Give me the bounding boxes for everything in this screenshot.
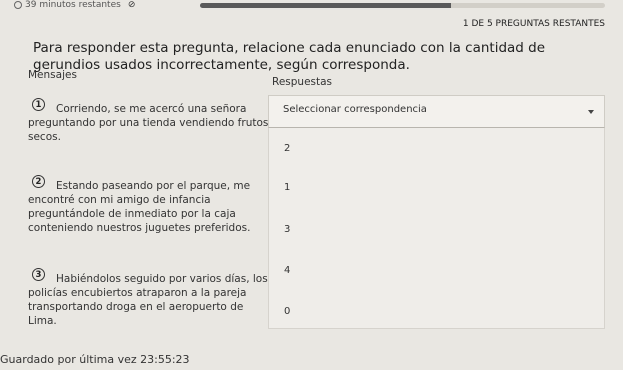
dropdown-option[interactable]: 1 [284,182,290,193]
dropdown-option[interactable]: 0 [284,306,290,317]
messages-label: Mensajes [28,69,77,81]
match-dropdown[interactable]: Seleccionar correspondencia [268,95,605,128]
question-prompt: Para responder esta pregunta, relacione … [33,40,546,73]
progress-fill [200,3,452,8]
answers-label: Respuestas [272,76,333,88]
statement-text: Habiéndolos seguido por varios días, los… [28,273,268,327]
dropdown-option[interactable]: 3 [284,224,290,235]
statement-text: Estando paseando por el parque, me encon… [28,180,251,234]
remaining-questions: 1 DE 5 PREGUNTAS RESTANTES [462,19,605,29]
clock-icon [14,1,22,9]
chevron-down-icon[interactable] [588,110,594,114]
dropdown-options: 2 1 3 4 0 [268,128,605,329]
timer: 39 minutos restantes ⊘ [14,0,135,10]
dropdown-placeholder: Seleccionar correspondencia [283,104,427,115]
timer-text: 39 minutos restantes [25,0,121,10]
dropdown-option[interactable]: 2 [284,143,290,154]
statement-text: Corriendo, se me acercó una señora pregu… [28,103,269,143]
progress-bar [200,3,605,8]
hide-timer-icon[interactable]: ⊘ [128,0,136,10]
last-saved-text: Guardado por última vez 23:55:23 [0,353,190,366]
dropdown-option[interactable]: 4 [284,265,290,276]
